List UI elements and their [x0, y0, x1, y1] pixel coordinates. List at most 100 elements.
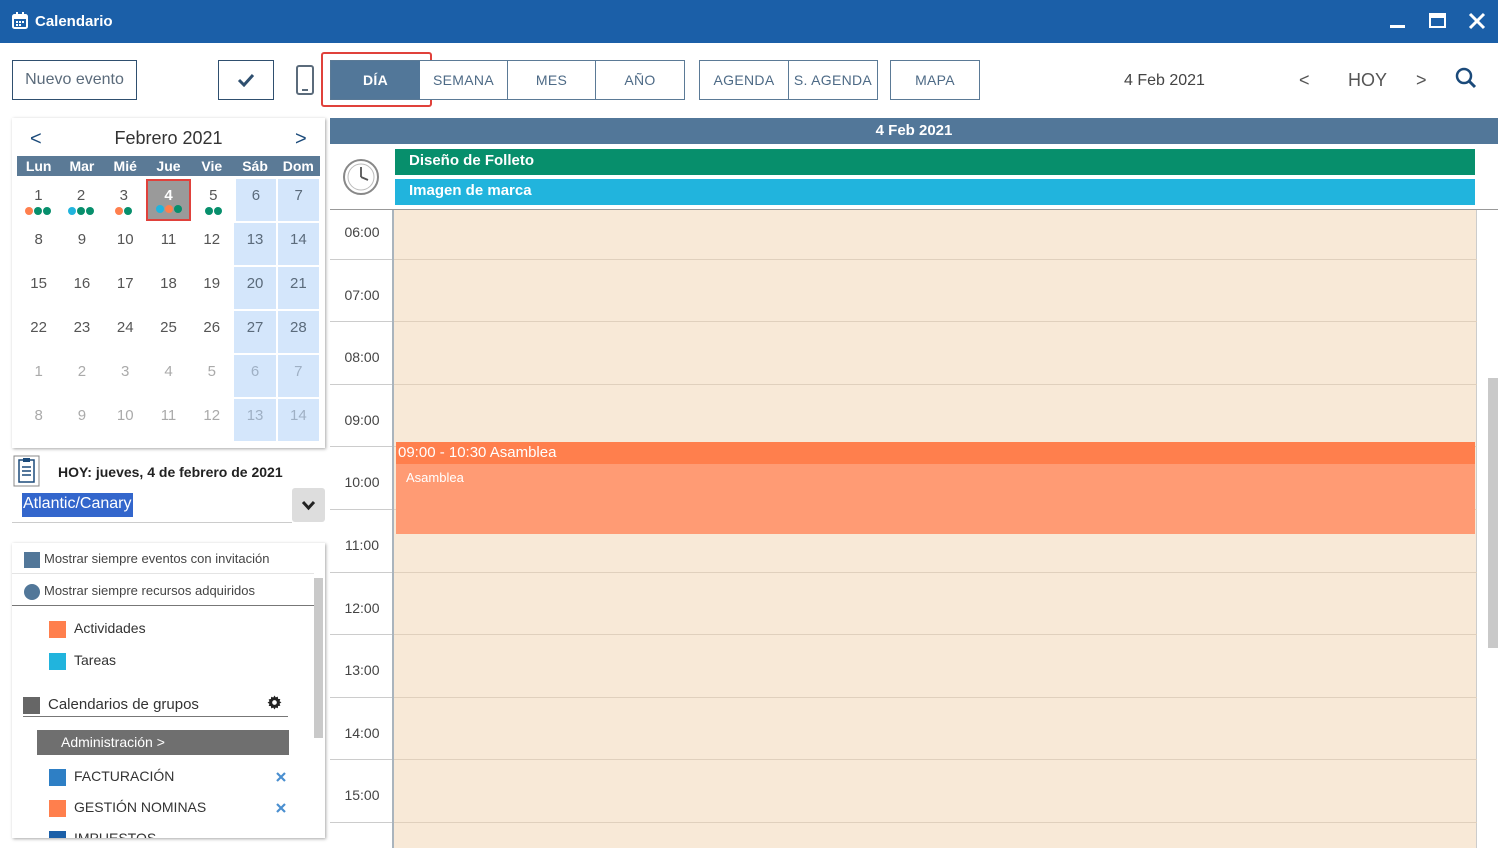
mini-day-number: 3	[119, 187, 128, 204]
mini-day-cell[interactable]: 24	[105, 311, 146, 353]
mini-day-cell[interactable]: 27	[234, 311, 276, 353]
mini-day-cell[interactable]: 17	[105, 267, 146, 309]
day-view-scrollbar[interactable]	[1488, 378, 1498, 648]
mini-day-cell[interactable]: 4	[146, 179, 191, 221]
clipboard-icon[interactable]	[13, 455, 40, 487]
mini-day-cell[interactable]: 10	[105, 399, 146, 441]
tab-agenda[interactable]: AGENDA	[699, 60, 789, 100]
mini-day-cell[interactable]: 5	[193, 179, 234, 221]
mini-day-number: 10	[116, 231, 134, 248]
tab-s-agenda[interactable]: S. AGENDA	[788, 60, 878, 100]
category-actividades[interactable]: Actividades	[49, 620, 146, 638]
show-invites-option[interactable]: Mostrar siempre eventos con invitación	[24, 551, 269, 568]
mini-day-cell[interactable]: 13	[234, 223, 276, 265]
mini-day-cell[interactable]: 8	[18, 223, 59, 265]
hour-label: 07:00	[344, 286, 380, 303]
mini-day-cell[interactable]: 21	[277, 267, 319, 309]
show-invites-checkbox[interactable]	[24, 551, 40, 568]
mini-day-number: 2	[77, 363, 87, 380]
mini-day-cell[interactable]: 4	[148, 355, 189, 397]
mini-day-cell[interactable]: 12	[191, 223, 232, 265]
mini-day-cell[interactable]: 25	[148, 311, 189, 353]
next-button[interactable]: >	[1416, 70, 1427, 91]
tab-mapa[interactable]: MAPA	[890, 60, 980, 100]
mini-day-cell[interactable]: 22	[18, 311, 59, 353]
group-administracion[interactable]: Administración >	[37, 730, 289, 755]
group-calendars-checkbox[interactable]	[23, 696, 40, 714]
timezone-select[interactable]: Atlantic/Canary	[22, 493, 133, 517]
event-dot	[25, 207, 34, 215]
mini-day-cell[interactable]: 9	[61, 223, 102, 265]
event-dot	[164, 205, 173, 213]
mini-day-cell[interactable]: 6	[235, 179, 277, 221]
mini-day-cell[interactable]: 28	[277, 311, 319, 353]
tab-dia[interactable]: DÍA	[330, 60, 421, 100]
mini-day-cell[interactable]: 13	[234, 399, 276, 441]
mini-day-number: 6	[250, 363, 260, 380]
mini-day-cell[interactable]: 3	[105, 355, 146, 397]
mini-calendar-week: 1 2 3 4 5 6 7	[17, 354, 320, 398]
remove-icon[interactable]	[274, 801, 288, 815]
show-resources-radio[interactable]	[24, 583, 40, 600]
mini-day-cell[interactable]: 8	[18, 399, 59, 441]
tab-ano[interactable]: AÑO	[595, 60, 685, 100]
event-time-title: 09:00 - 10:30 Asamblea	[396, 442, 1475, 465]
mini-day-cell[interactable]: 7	[277, 355, 319, 397]
mini-day-cell[interactable]: 20	[234, 267, 276, 309]
mini-day-cell[interactable]: 2	[61, 355, 102, 397]
mini-day-cell[interactable]: 9	[61, 399, 102, 441]
mini-day-cell[interactable]: 16	[61, 267, 102, 309]
mini-day-number: 17	[116, 275, 134, 292]
calendar-label: IMPUESTOS	[74, 830, 157, 838]
mini-next-button[interactable]: >	[295, 128, 307, 151]
group-calendar-item[interactable]: GESTIÓN NOMINAS	[49, 799, 206, 817]
group-calendar-item[interactable]: IMPUESTOS	[49, 830, 156, 838]
mini-day-cell[interactable]: 11	[148, 399, 189, 441]
mini-day-cell[interactable]: 5	[191, 355, 232, 397]
panel-scrollbar[interactable]	[314, 578, 323, 738]
search-icon[interactable]	[1455, 67, 1477, 89]
timezone-dropdown-button[interactable]	[292, 488, 325, 522]
mini-day-cell[interactable]: 11	[148, 223, 189, 265]
mini-day-cell[interactable]: 12	[191, 399, 232, 441]
mini-day-cell[interactable]: 3	[103, 179, 144, 221]
mini-day-cell[interactable]: 10	[105, 223, 146, 265]
event-asamblea[interactable]: 09:00 - 10:30 Asamblea Asamblea	[396, 442, 1475, 535]
mini-day-cell[interactable]: 1	[18, 355, 59, 397]
weekday-label: Mié	[113, 158, 137, 174]
mini-day-cell[interactable]: 2	[61, 179, 102, 221]
mini-day-cell[interactable]: 19	[191, 267, 232, 309]
category-tareas[interactable]: Tareas	[49, 652, 116, 670]
gear-icon[interactable]	[267, 695, 282, 710]
maximize-icon[interactable]	[1427, 10, 1449, 32]
all-day-event[interactable]: Imagen de marca	[395, 179, 1475, 205]
today-button[interactable]: HOY	[1348, 70, 1387, 91]
check-button[interactable]	[218, 60, 274, 100]
mini-day-cell[interactable]: 18	[148, 267, 189, 309]
day-grid: 06:00 07:00 08:00 09:00 10:00 11:00 12:00 13:00…	[330, 210, 1498, 848]
tab-mes[interactable]: MES	[507, 60, 596, 100]
all-day-event[interactable]: Diseño de Folleto	[395, 149, 1475, 175]
mini-day-number: 22	[30, 319, 47, 336]
group-calendar-item[interactable]: FACTURACIÓN	[49, 768, 174, 786]
mini-day-cell[interactable]: 1	[18, 179, 59, 221]
new-event-button[interactable]: Nuevo evento	[12, 60, 137, 100]
show-resources-option[interactable]: Mostrar siempre recursos adquiridos	[24, 583, 255, 600]
mini-day-cell[interactable]: 14	[277, 223, 319, 265]
tab-semana[interactable]: SEMANA	[420, 60, 508, 100]
event-dots	[148, 205, 189, 213]
mini-day-cell[interactable]: 26	[191, 311, 232, 353]
mini-day-cell[interactable]: 14	[277, 399, 319, 441]
event-dot	[204, 207, 213, 215]
remove-icon[interactable]	[274, 770, 288, 784]
mini-day-number: 3	[121, 363, 130, 380]
mini-day-cell[interactable]: 6	[234, 355, 276, 397]
mini-day-cell[interactable]: 23	[61, 311, 102, 353]
mini-day-cell[interactable]: 7	[278, 179, 320, 221]
close-icon[interactable]	[1466, 10, 1488, 32]
mini-day-cell[interactable]: 15	[18, 267, 59, 309]
prev-button[interactable]: <	[1299, 70, 1310, 91]
group-calendars-toggle[interactable]: Calendarios de grupos	[23, 696, 199, 714]
mobile-icon[interactable]	[295, 64, 315, 96]
minimize-icon[interactable]	[1387, 10, 1409, 32]
